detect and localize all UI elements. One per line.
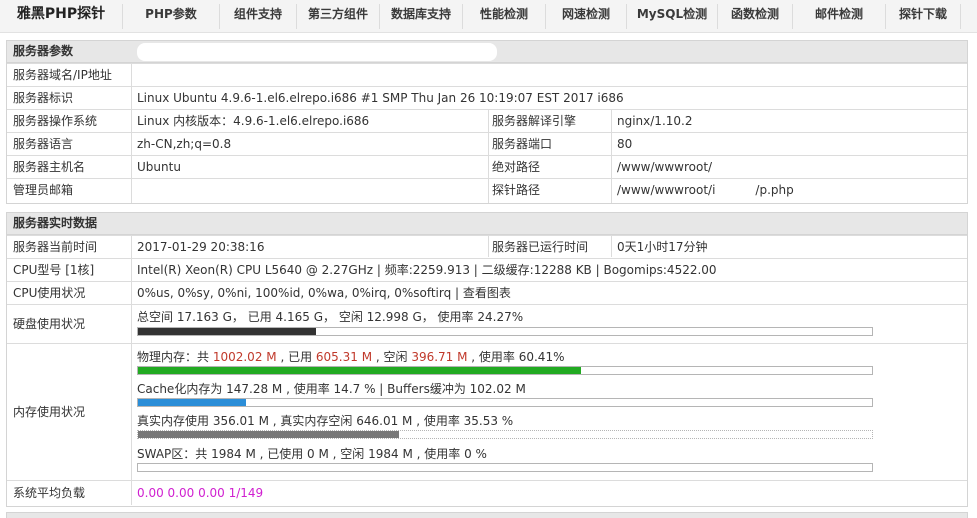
nav-php-params[interactable]: PHP参数	[123, 0, 219, 32]
realtime-panel: 服务器实时数据 服务器当前时间 2017-01-29 20:38:16 服务器已…	[6, 212, 968, 507]
server-params-panel: 服务器参数 服务器域名/IP地址 服务器标识 Linux Ubuntu 4.9.…	[6, 40, 968, 204]
column-divider	[611, 235, 612, 257]
cache-mem-fill	[138, 399, 246, 406]
email-label: 管理员邮箱	[13, 183, 74, 197]
uptime-label: 服务器已运行时间	[492, 240, 589, 254]
nav-third-party[interactable]: 第三方组件	[297, 0, 379, 32]
nav-performance[interactable]: 性能检测	[463, 0, 545, 32]
table-row: 服务器域名/IP地址	[7, 63, 967, 86]
table-row: CPU使用状况 0%us, 0%sy, 0%ni, 100%id, 0%wa, …	[7, 281, 967, 304]
column-divider	[611, 109, 612, 203]
lang-value: zh-CN,zh;q=0.8	[137, 137, 232, 151]
host-label: 服务器主机名	[13, 160, 86, 174]
real-mem-text: 真实内存使用 356.01 M , 真实内存空闲 646.01 M , 使用率 …	[137, 414, 514, 428]
cpu-usage-value[interactable]: 0%us, 0%sy, 0%ni, 100%id, 0%wa, 0%irq, 0…	[137, 282, 957, 304]
disk-value: 总空间 17.163 G， 已用 4.165 G， 空闲 12.998 G， 使…	[137, 310, 524, 324]
port-value: 80	[617, 137, 633, 151]
phys-total: 1002.02 M	[212, 350, 277, 364]
table-row: 内存使用状况 物理内存：共 1002.02 M , 已用 605.31 M , …	[7, 343, 967, 480]
table-row: 服务器操作系统 Linux 内核版本：4.9.6-1.el6.elrepo.i6…	[7, 109, 967, 132]
nav-network-speed[interactable]: 网速检测	[546, 0, 626, 32]
redaction-blob	[137, 43, 497, 61]
column-divider	[131, 235, 132, 505]
port-label: 服务器端口	[492, 137, 553, 151]
probepath-suffix: /p.php	[755, 183, 794, 197]
phys-mem-text: 物理内存：共 1002.02 M , 已用 605.31 M , 空闲 396.…	[137, 350, 564, 364]
phys-mem-bar	[137, 366, 873, 375]
engine-label: 服务器解译引擎	[492, 114, 577, 128]
table-row: 服务器语言 zh-CN,zh;q=0.8 服务器端口 80	[7, 132, 967, 155]
os-value: Linux 内核版本：4.9.6-1.el6.elrepo.i686	[137, 114, 370, 128]
panel-title: 服务器实时数据	[7, 213, 967, 235]
email-value	[137, 179, 487, 203]
nav-mail[interactable]: 邮件检测	[793, 0, 885, 32]
nav-mysql[interactable]: MySQL检测	[627, 0, 717, 32]
nav-download[interactable]: 探针下载	[886, 0, 960, 32]
ident-label: 服务器标识	[13, 91, 74, 105]
table-row: 管理员邮箱 探针路径 /www/wwwroot/i/p.php	[7, 178, 967, 203]
engine-value: nginx/1.10.2	[617, 114, 693, 128]
table-row: 系统平均负载 0.00 0.00 0.00 1/149	[7, 480, 967, 506]
table-row: 服务器当前时间 2017-01-29 20:38:16 服务器已运行时间 0天1…	[7, 235, 967, 258]
cache-mem-text: Cache化内存为 147.28 M , 使用率 14.7 % | Buffer…	[137, 382, 526, 396]
cpu-usage-label: CPU使用状况	[13, 286, 86, 300]
table-row: 服务器标识 Linux Ubuntu 4.9.6-1.el6.elrepo.i6…	[7, 86, 967, 109]
top-nav: 雅黑PHP探针 PHP参数 组件支持 第三方组件 数据库支持 性能检测 网速检测…	[0, 0, 977, 33]
table-row: CPU型号 [1核] Intel(R) Xeon(R) CPU L5640 @ …	[7, 258, 967, 281]
nav-functions[interactable]: 函数检测	[718, 0, 792, 32]
real-mem-fill	[138, 431, 399, 438]
phys-mem-fill	[138, 367, 582, 374]
time-value: 2017-01-29 20:38:16	[137, 240, 265, 254]
phys-rate: , 使用率 60.41%	[467, 350, 565, 364]
lang-label: 服务器语言	[13, 137, 74, 151]
phys-used-prefix: , 已用	[276, 350, 316, 364]
next-panel-edge	[6, 512, 968, 518]
phys-free: 396.71 M	[411, 350, 468, 364]
column-divider	[131, 63, 132, 203]
probepath-label: 探针路径	[492, 183, 541, 197]
ident-value: Linux Ubuntu 4.9.6-1.el6.elrepo.i686 #1 …	[137, 91, 624, 105]
column-divider	[488, 235, 489, 257]
disk-usage-bar	[137, 327, 873, 336]
nav-divider	[960, 4, 961, 29]
phys-used: 605.31 M	[315, 350, 373, 364]
disk-usage-fill	[138, 328, 317, 335]
load-label: 系统平均负载	[13, 486, 86, 500]
phys-free-prefix: , 空闲	[372, 350, 412, 364]
load-value: 0.00 0.00 0.00 1/149	[137, 486, 264, 500]
cpu-model-value: Intel(R) Xeon(R) CPU L5640 @ 2.27GHz | 频…	[137, 263, 717, 277]
mem-label: 内存使用状况	[13, 405, 86, 419]
real-mem-bar	[137, 430, 873, 439]
host-value: Ubuntu	[137, 160, 181, 174]
domain-label: 服务器域名/IP地址	[13, 68, 112, 82]
probepath-prefix: /www/wwwroot/i	[617, 183, 716, 197]
nav-components[interactable]: 组件支持	[220, 0, 296, 32]
phys-prefix: 物理内存：共	[137, 350, 213, 364]
swap-bar	[137, 463, 873, 472]
disk-label: 硬盘使用状况	[13, 317, 86, 331]
uptime-value: 0天1小时17分钟	[617, 240, 708, 254]
abspath-label: 绝对路径	[492, 160, 541, 174]
abspath-value: /www/wwwroot/	[617, 160, 713, 174]
time-label: 服务器当前时间	[13, 240, 98, 254]
brand-title[interactable]: 雅黑PHP探针	[0, 0, 122, 32]
swap-text: SWAP区：共 1984 M , 已使用 0 M , 空闲 1984 M , 使…	[137, 447, 487, 461]
cpu-model-label: CPU型号 [1核]	[13, 263, 95, 277]
domain-value	[137, 64, 957, 86]
cache-mem-bar	[137, 398, 873, 407]
probepath-value: /www/wwwroot/i/p.php	[617, 179, 957, 203]
table-row: 硬盘使用状况 总空间 17.163 G， 已用 4.165 G， 空闲 12.9…	[7, 304, 967, 343]
column-divider	[488, 109, 489, 203]
nav-database[interactable]: 数据库支持	[380, 0, 462, 32]
os-label: 服务器操作系统	[13, 114, 98, 128]
table-row: 服务器主机名 Ubuntu 绝对路径 /www/wwwroot/	[7, 155, 967, 178]
